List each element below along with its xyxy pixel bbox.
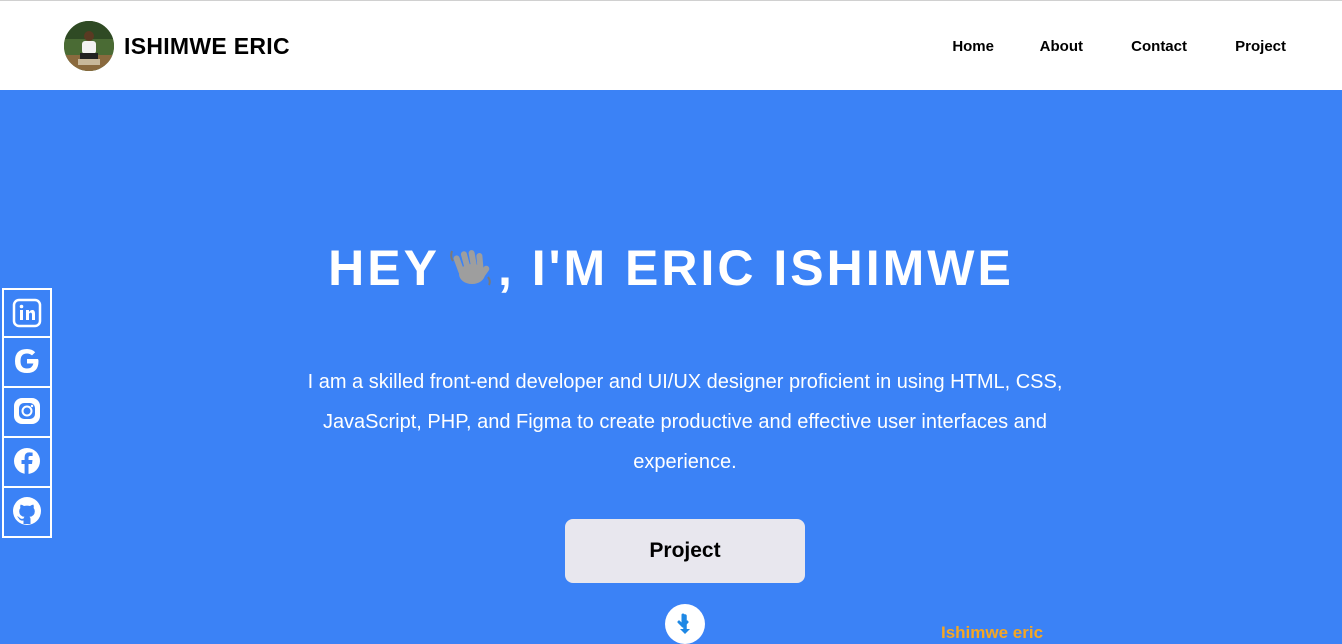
project-button[interactable]: Project	[565, 519, 805, 583]
linkedin-icon	[12, 298, 42, 328]
nav-home[interactable]: Home	[952, 38, 994, 55]
social-facebook[interactable]	[2, 438, 52, 488]
avatar-photo	[64, 21, 114, 71]
social-google[interactable]	[2, 338, 52, 388]
nav-about[interactable]: About	[1040, 38, 1083, 55]
avatar	[64, 21, 114, 71]
hero-description: I am a skilled front-end developer and U…	[307, 371, 1063, 473]
social-sidebar	[2, 288, 52, 538]
hero-title: HEY , I'M ERIC ISHIMWE	[0, 240, 1342, 296]
google-icon	[15, 349, 39, 373]
page: ISHIMWE ERIC Home About Contact Project …	[0, 0, 1342, 644]
site-header: ISHIMWE ERIC Home About Contact Project	[0, 0, 1342, 90]
hero-section: HEY , I'M ERIC ISHIMWE I am a skilled fro…	[0, 90, 1342, 644]
social-linkedin[interactable]	[2, 288, 52, 338]
brand[interactable]: ISHIMWE ERIC	[64, 21, 290, 71]
nav-project[interactable]: Project	[1235, 38, 1286, 55]
signature-text: Ishimwe eric	[941, 623, 1044, 642]
facebook-icon	[14, 448, 40, 474]
hero-title-suffix: , I'M ERIC ISHIMWE	[497, 240, 1014, 296]
nav-contact[interactable]: Contact	[1131, 38, 1187, 55]
scroll-down-button[interactable]	[665, 604, 705, 644]
social-instagram[interactable]	[2, 388, 52, 438]
waving-hand-icon	[448, 243, 494, 289]
github-icon	[13, 497, 41, 525]
instagram-icon	[14, 398, 40, 424]
arrow-down-icon	[677, 613, 690, 634]
brand-name: ISHIMWE ERIC	[124, 32, 290, 59]
hero-title-prefix: HEY	[328, 240, 440, 296]
social-github[interactable]	[2, 488, 52, 538]
